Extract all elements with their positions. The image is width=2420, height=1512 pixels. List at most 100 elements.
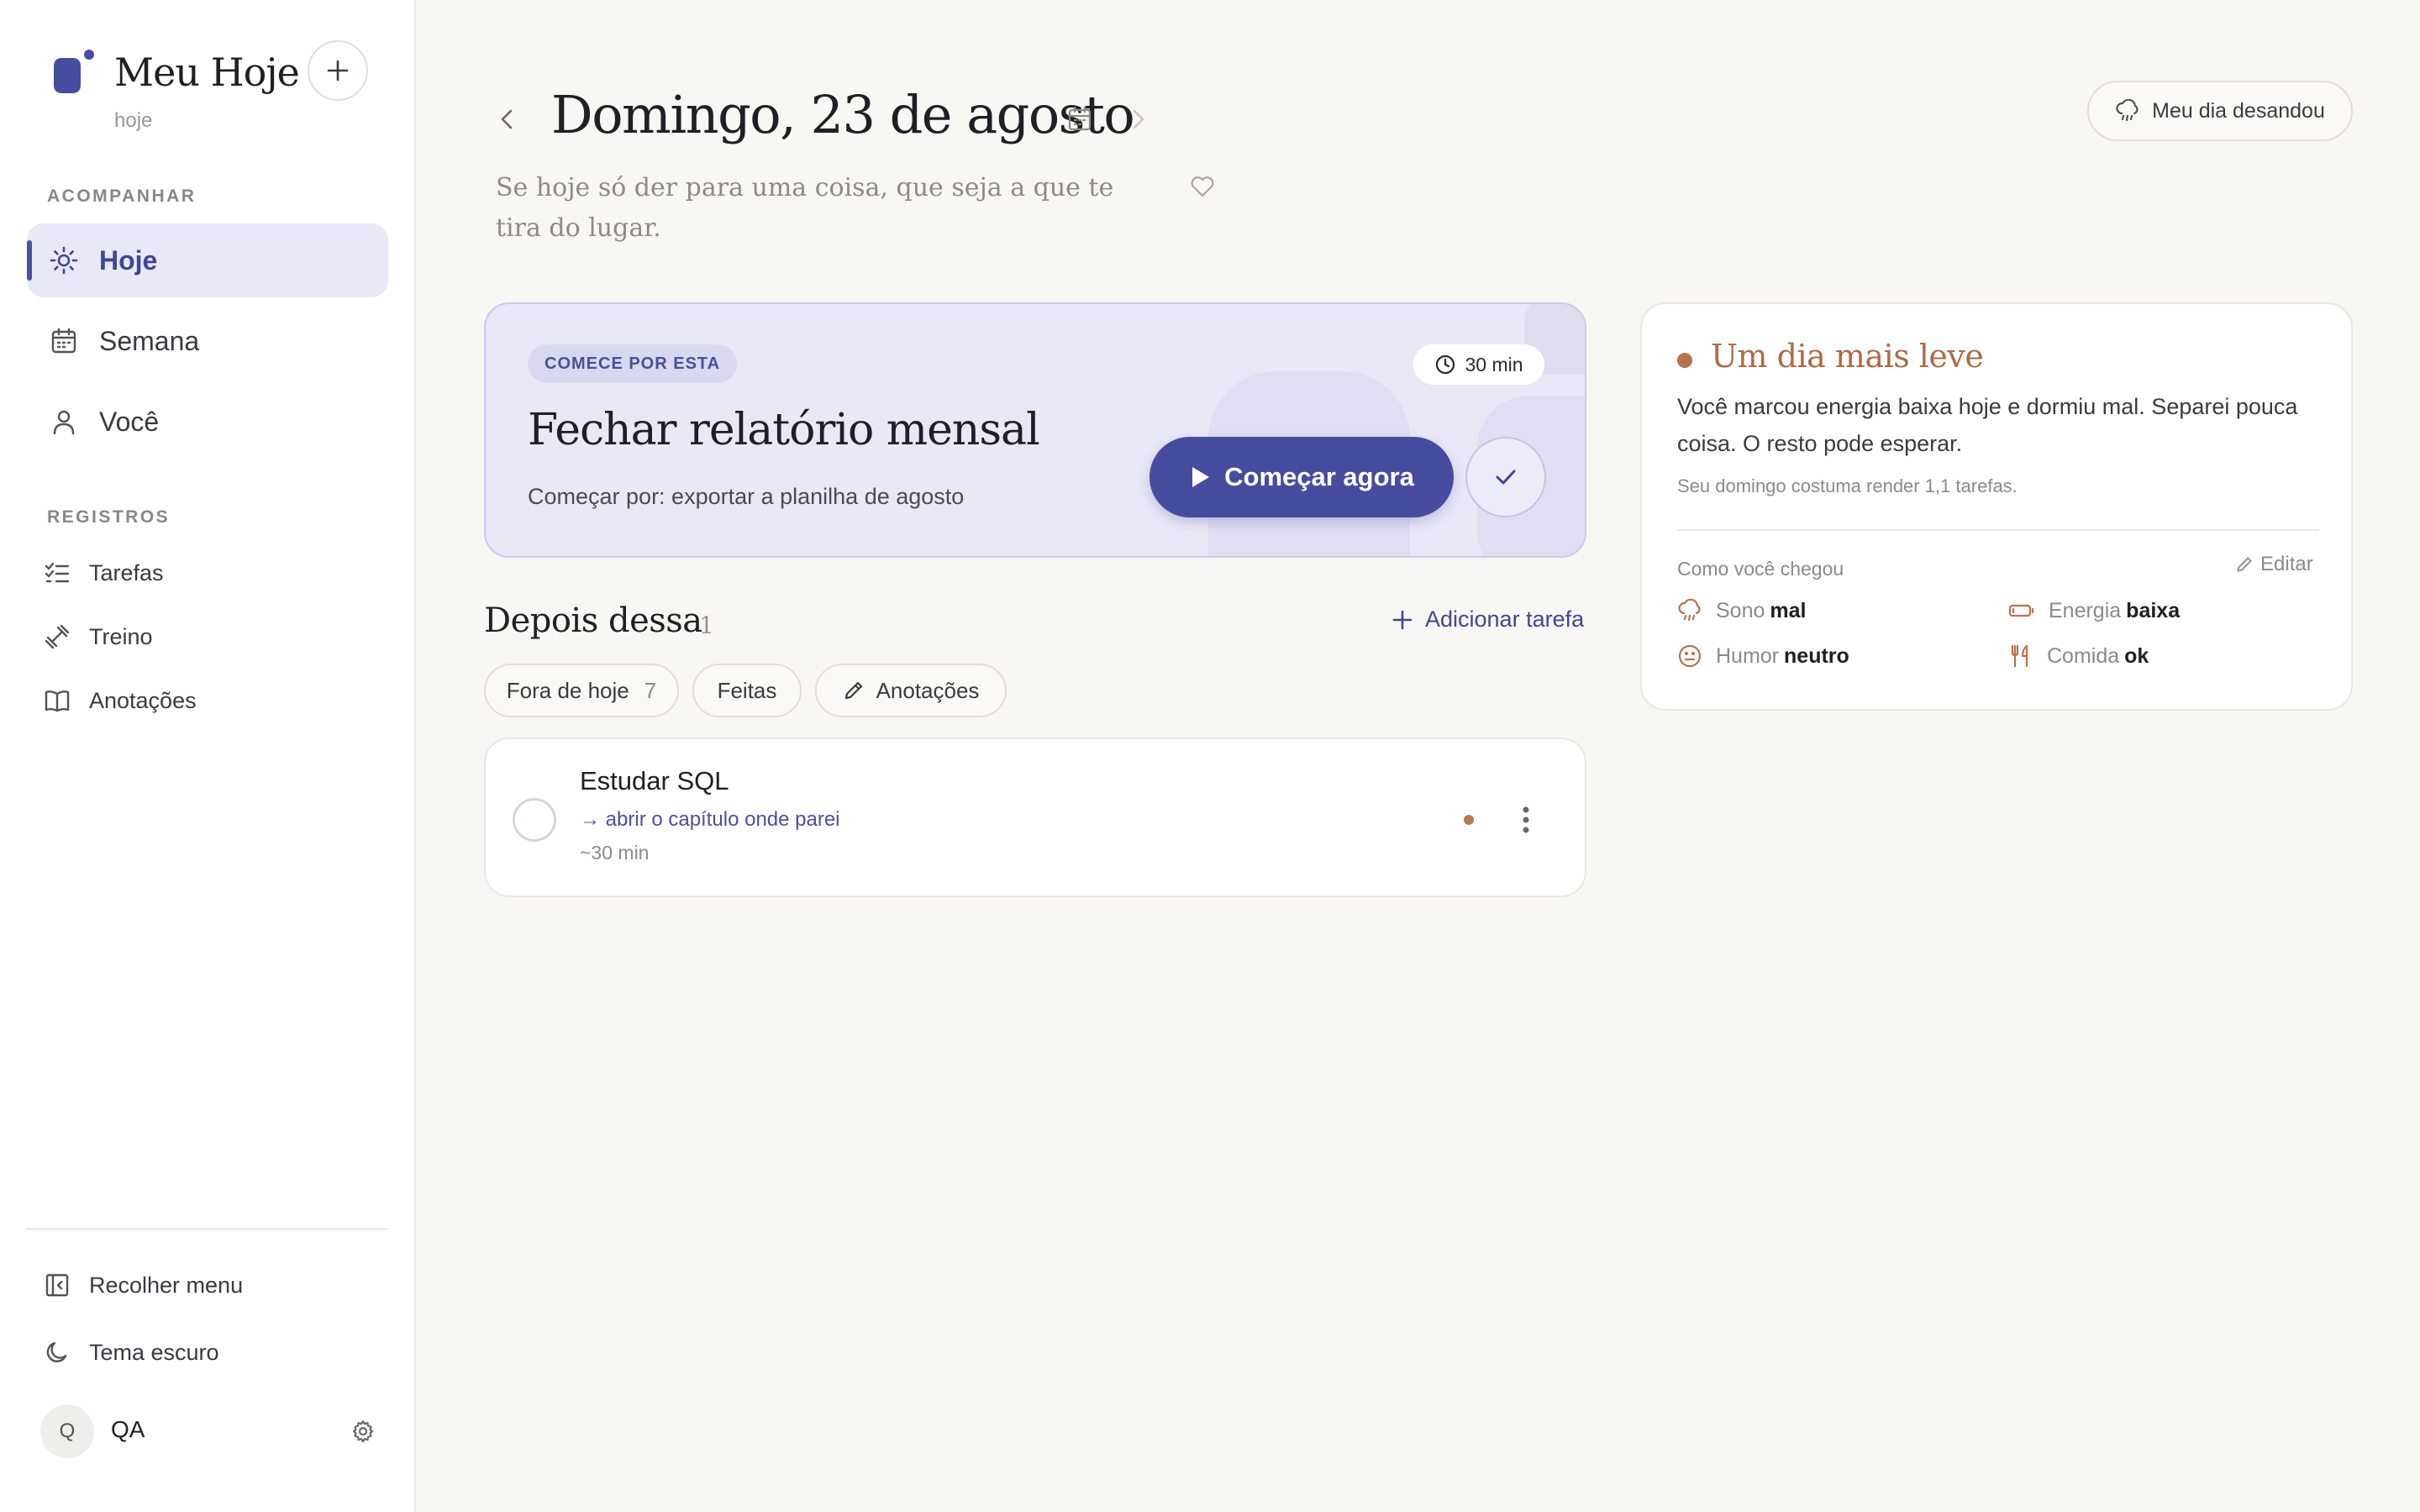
collapse-menu-label: Recolher menu bbox=[89, 1272, 244, 1298]
status-dot bbox=[1677, 353, 1692, 368]
metric-key: Humor bbox=[1716, 643, 1780, 668]
bad-day-button[interactable]: Meu dia desandou bbox=[2087, 81, 2353, 141]
collapse-menu-button[interactable]: Recolher menu bbox=[44, 1263, 243, 1307]
filter-notes[interactable]: Anotações bbox=[815, 664, 1007, 717]
metric-key: Comida bbox=[2047, 643, 2120, 668]
edit-button[interactable]: Editar bbox=[2235, 553, 2313, 576]
battery-low-icon bbox=[2008, 604, 2034, 617]
task-name: Estudar SQL bbox=[580, 766, 729, 795]
how-you-arrived-label: Como você chegou bbox=[1677, 558, 1844, 580]
day-summary-note: Seu domingo costuma render 1,1 tarefas. bbox=[1677, 475, 2018, 496]
plus-icon bbox=[327, 60, 349, 81]
moon-icon bbox=[44, 1339, 71, 1366]
cloud-rain-icon bbox=[2116, 98, 2139, 122]
add-task-button[interactable]: Adicionar tarefa bbox=[1392, 606, 1584, 633]
focus-first-step: Começar por: exportar a planilha de agos… bbox=[528, 484, 965, 509]
task-row[interactable]: Estudar SQL → abrir o capítulo onde pare… bbox=[484, 738, 1586, 897]
sidebar: Meu Hoje hoje ACOMPANHAR Hoje Semana Voc… bbox=[0, 0, 416, 1512]
metric-key: Energia bbox=[2049, 598, 2122, 622]
focus-task-title: Fechar relatório mensal bbox=[528, 405, 1040, 455]
filter-label: Feitas bbox=[717, 677, 777, 703]
add-button[interactable] bbox=[308, 40, 368, 101]
metric-value: neutro bbox=[1784, 643, 1849, 668]
day-summary-title: Um dia mais leve bbox=[1711, 338, 1984, 375]
sidebar-item-anotacoes[interactable]: Anotações bbox=[44, 679, 197, 722]
start-here-badge: COMECE POR ESTA bbox=[528, 344, 738, 383]
sidebar-collapse-icon bbox=[44, 1272, 71, 1299]
sidebar-item-semana[interactable]: Semana bbox=[27, 304, 388, 378]
metric-key: Sono bbox=[1716, 598, 1765, 622]
filter-out-of-today[interactable]: Fora de hoje 7 bbox=[484, 664, 679, 717]
previous-day-button[interactable] bbox=[496, 104, 519, 134]
app-subtitle: hoje bbox=[114, 109, 153, 132]
chevron-right-icon bbox=[1133, 109, 1144, 129]
add-task-label: Adicionar tarefa bbox=[1425, 606, 1585, 632]
section-label-track: ACOMPANHAR bbox=[47, 186, 197, 206]
book-icon bbox=[44, 687, 71, 714]
divider bbox=[1677, 529, 2319, 531]
chevron-left-icon bbox=[501, 109, 513, 129]
focus-task-card: COMECE POR ESTA 30 min Fechar relatório … bbox=[484, 302, 1586, 558]
metric-food: Comida ok bbox=[2008, 643, 2149, 669]
complete-task-button[interactable] bbox=[1465, 437, 1546, 517]
day-summary-text: Você marcou energia baixa hoje e dormiu … bbox=[1677, 394, 2298, 456]
filter-count: 7 bbox=[644, 677, 657, 703]
sidebar-item-hoje[interactable]: Hoje bbox=[27, 223, 388, 297]
play-icon bbox=[1192, 467, 1210, 487]
logo-icon bbox=[47, 46, 99, 98]
filter-label: Fora de hoje bbox=[506, 677, 629, 703]
calendar-icon bbox=[47, 324, 81, 358]
next-day-button[interactable] bbox=[1126, 104, 1150, 134]
sidebar-item-treino[interactable]: Treino bbox=[44, 615, 153, 659]
pencil-icon bbox=[843, 680, 865, 701]
metric-value: mal bbox=[1770, 598, 1807, 622]
dark-theme-label: Tema escuro bbox=[89, 1339, 219, 1365]
section-label-records: REGISTROS bbox=[47, 507, 171, 527]
task-next-step: → abrir o capítulo onde parei bbox=[580, 808, 840, 831]
start-now-label: Começar agora bbox=[1224, 462, 1414, 491]
app-title: Meu Hoje bbox=[114, 50, 300, 95]
heart-icon[interactable] bbox=[1190, 175, 1215, 198]
dark-theme-button[interactable]: Tema escuro bbox=[44, 1331, 219, 1374]
clock-icon bbox=[1436, 354, 1455, 375]
cloud-rain-icon bbox=[1678, 598, 1701, 622]
user-name: QA bbox=[111, 1416, 145, 1442]
sidebar-item-label: Você bbox=[99, 406, 160, 437]
brand: Meu Hoje bbox=[47, 42, 300, 102]
start-now-button[interactable]: Começar agora bbox=[1150, 437, 1454, 517]
page-title: Domingo, 23 de agosto bbox=[551, 84, 1135, 145]
metric-mood: Humor neutro bbox=[1677, 643, 1849, 669]
dumbbell-icon bbox=[44, 623, 71, 650]
filter-label: Anotações bbox=[876, 677, 980, 703]
edit-label: Editar bbox=[2260, 553, 2313, 575]
metric-value: ok bbox=[2124, 643, 2149, 668]
sidebar-item-label: Hoje bbox=[99, 244, 158, 276]
sidebar-item-voce[interactable]: Você bbox=[27, 385, 388, 459]
check-icon bbox=[1496, 470, 1516, 485]
duration-label: 30 min bbox=[1465, 353, 1523, 375]
sidebar-item-label: Tarefas bbox=[89, 559, 164, 585]
plus-icon bbox=[1392, 610, 1413, 629]
section-title: Depois dessa bbox=[484, 601, 702, 640]
sidebar-item-label: Semana bbox=[99, 325, 200, 356]
avatar[interactable]: Q bbox=[40, 1404, 94, 1458]
priority-dot bbox=[1464, 815, 1474, 825]
filter-done[interactable]: Feitas bbox=[692, 664, 802, 717]
day-summary-card: Um dia mais leve Você marcou energia bai… bbox=[1640, 302, 2353, 711]
pencil-icon bbox=[2237, 557, 2252, 572]
sidebar-item-label: Anotações bbox=[89, 687, 197, 713]
task-checkbox[interactable] bbox=[513, 798, 556, 842]
sidebar-item-tarefas[interactable]: Tarefas bbox=[44, 551, 164, 595]
checklist-icon bbox=[44, 559, 71, 586]
duration-badge: 30 min bbox=[1413, 344, 1544, 385]
face-neutral-icon bbox=[1678, 644, 1702, 668]
calendar-picker-icon[interactable] bbox=[1067, 106, 1092, 133]
gear-icon[interactable] bbox=[351, 1420, 375, 1443]
more-options-icon[interactable] bbox=[1521, 805, 1531, 835]
daily-quote: Se hoje só der para uma coisa, que seja … bbox=[496, 173, 1114, 243]
sidebar-item-label: Treino bbox=[89, 623, 153, 649]
user-icon bbox=[47, 405, 81, 438]
metric-sleep: Sono mal bbox=[1677, 598, 1806, 623]
fork-knife-icon bbox=[2011, 644, 2028, 668]
sidebar-divider bbox=[25, 1228, 388, 1230]
